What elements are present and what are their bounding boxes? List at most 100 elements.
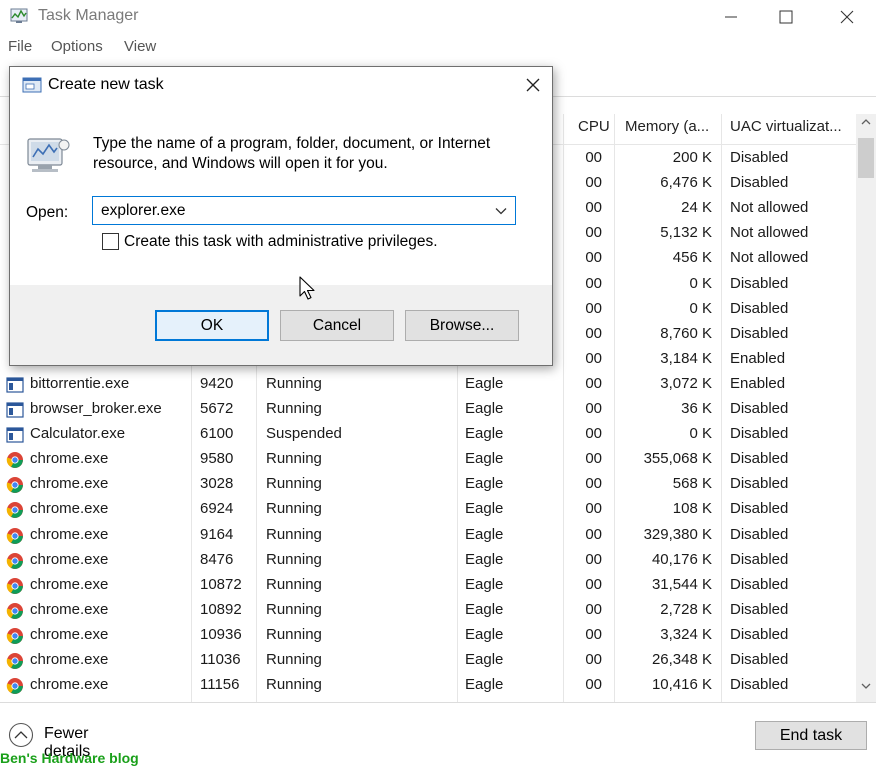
cell-memory: 5,132 K [660,224,712,242]
table-row[interactable]: chrome.exe 3028 Running Eagle 00 568 K Disable… [0,472,856,497]
cell-name: browser_broker.exe [30,400,162,417]
cell-cpu: 00 [585,575,602,593]
cell-uac: Disabled [730,600,789,618]
app-window-icon [6,401,24,419]
table-row[interactable]: Calculator.exe 6100 Suspended Eagle 00 0 K Dis… [0,422,856,447]
cell-status: Running [266,625,322,643]
fewer-details-button[interactable]: Fewer details [8,722,138,760]
cell-user: Eagle [465,425,504,443]
table-row[interactable]: chrome.exe 9164 Running Eagle 00 329,380 K Dis… [0,523,856,548]
cell-memory: 31,544 K [651,575,712,593]
menu-options[interactable]: Options [51,38,103,55]
table-row[interactable]: chrome.exe 6924 Running Eagle 00 108 K Disable… [0,497,856,522]
table-row[interactable]: chrome.exe 9580 Running Eagle 00 355,068 K Dis… [0,447,856,472]
table-row[interactable]: chrome.exe 11036 Running Eagle 00 26,348 K Dis… [0,648,856,673]
cell-memory: 0 K [689,299,712,317]
cell-cpu: 00 [585,274,602,292]
admin-privileges-label[interactable]: Create this task with administrative pri… [124,233,438,251]
cell-memory: 0 K [689,274,712,292]
open-input[interactable] [93,197,485,224]
cell-memory: 108 K [672,500,712,518]
cell-uac: Disabled [730,500,789,518]
cell-cpu: 00 [585,500,602,518]
cell-cpu: 00 [585,425,602,443]
cell-user: Eagle [465,525,504,543]
cancel-button[interactable]: Cancel [280,310,394,341]
table-row[interactable]: chrome.exe 11156 Running Eagle 00 10,416 K Dis… [0,673,856,698]
column-header-cpu[interactable]: CPU [578,118,610,135]
vertical-scrollbar[interactable] [856,114,876,702]
cell-cpu: 00 [585,525,602,543]
title-bar: Task Manager [0,0,876,34]
cell-user: Eagle [465,450,504,468]
cell-uac: Disabled [730,324,789,342]
column-header-uac[interactable]: UAC virtualizat... [730,118,842,135]
cell-name: chrome.exe [30,600,109,618]
cell-uac: Enabled [730,349,786,367]
cell-cpu: 00 [585,224,602,242]
cell-memory: 200 K [672,149,712,166]
cell-pid: 10872 [200,575,242,593]
app-window-icon [6,376,24,394]
menu-file[interactable]: File [8,38,32,55]
cell-uac: Disabled [730,425,789,443]
cell-user: Eagle [465,600,504,618]
chrome-icon [6,552,24,570]
cell-user: Eagle [465,625,504,643]
cell-pid: 6924 [200,500,234,518]
cell-cpu: 00 [585,475,602,493]
open-combobox[interactable] [92,196,516,225]
scroll-down-arrow-icon[interactable] [856,682,876,700]
admin-privileges-checkbox[interactable] [102,233,119,250]
cell-uac: Not allowed [730,224,809,242]
cell-memory: 26,348 K [651,651,712,668]
cell-name: chrome.exe [30,500,109,518]
cell-uac: Disabled [730,400,789,417]
cell-memory: 3,184 K [660,349,712,367]
table-row[interactable]: chrome.exe 10872 Running Eagle 00 31,544 K Dis… [0,573,856,598]
cell-status: Running [266,400,322,417]
cell-name: chrome.exe [30,450,109,468]
cell-status: Suspended [266,425,342,443]
ok-button[interactable]: OK [155,310,269,341]
cell-memory: 8,760 K [660,324,712,342]
minimize-button[interactable] [702,0,760,34]
close-button[interactable] [818,0,876,34]
table-row[interactable]: chrome.exe 8476 Running Eagle 00 40,176 K Disa… [0,548,856,573]
cell-uac: Enabled [730,374,786,392]
browse-button[interactable]: Browse... [405,310,519,341]
cell-memory: 0 K [689,425,712,443]
scroll-up-arrow-icon[interactable] [856,118,876,136]
column-header-memory[interactable]: Memory (a... [625,118,709,135]
cell-pid: 10892 [200,600,242,618]
dialog-close-button[interactable] [520,73,546,97]
cell-status: Running [266,600,322,618]
cell-memory: 40,176 K [651,550,712,568]
chevron-down-icon[interactable] [491,201,511,221]
table-row[interactable]: chrome.exe 10892 Running Eagle 00 2,728 K Disa… [0,598,856,623]
cell-pid: 3028 [200,475,234,493]
cell-memory: 36 K [681,400,712,417]
maximize-button[interactable] [757,0,815,34]
menu-view[interactable]: View [124,38,156,55]
table-row[interactable]: browser_broker.exe 5672 Running Eagle 00 36 K… [0,397,856,422]
end-task-button[interactable]: End task [755,721,867,750]
task-manager-icon [10,8,28,24]
table-row[interactable]: chrome.exe 10936 Running Eagle 00 3,324 K Disa… [0,623,856,648]
cell-cpu: 00 [585,349,602,367]
cell-name: chrome.exe [30,651,109,668]
cell-memory: 2,728 K [660,600,712,618]
cell-cpu: 00 [585,199,602,217]
cell-cpu: 00 [585,651,602,668]
table-row[interactable]: bittorrentie.exe 9420 Running Eagle 00 3,072 … [0,372,856,397]
cell-status: Running [266,500,322,518]
cell-cpu: 00 [585,174,602,192]
cell-pid: 9164 [200,525,234,543]
cell-status: Running [266,651,322,668]
cell-cpu: 00 [585,600,602,618]
scrollbar-thumb[interactable] [858,138,874,178]
cell-uac: Disabled [730,625,789,643]
cell-memory: 24 K [681,199,712,217]
cell-cpu: 00 [585,450,602,468]
chrome-icon [6,602,24,620]
